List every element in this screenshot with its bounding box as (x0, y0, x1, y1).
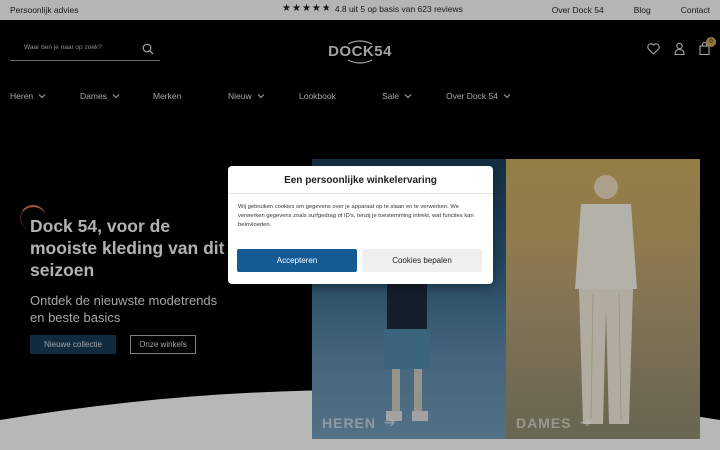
modal-title: Een persoonlijke winkelervaring (284, 175, 437, 186)
cookie-consent-modal: Een persoonlijke winkelervaring Wij gebr… (228, 166, 493, 284)
cookie-settings-button[interactable]: Cookies bepalen (362, 249, 482, 272)
accept-cookies-button[interactable]: Accepteren (237, 249, 357, 272)
modal-body-text: Wij gebruiken cookies om gegevens over j… (238, 204, 474, 228)
modal-divider (228, 193, 493, 194)
